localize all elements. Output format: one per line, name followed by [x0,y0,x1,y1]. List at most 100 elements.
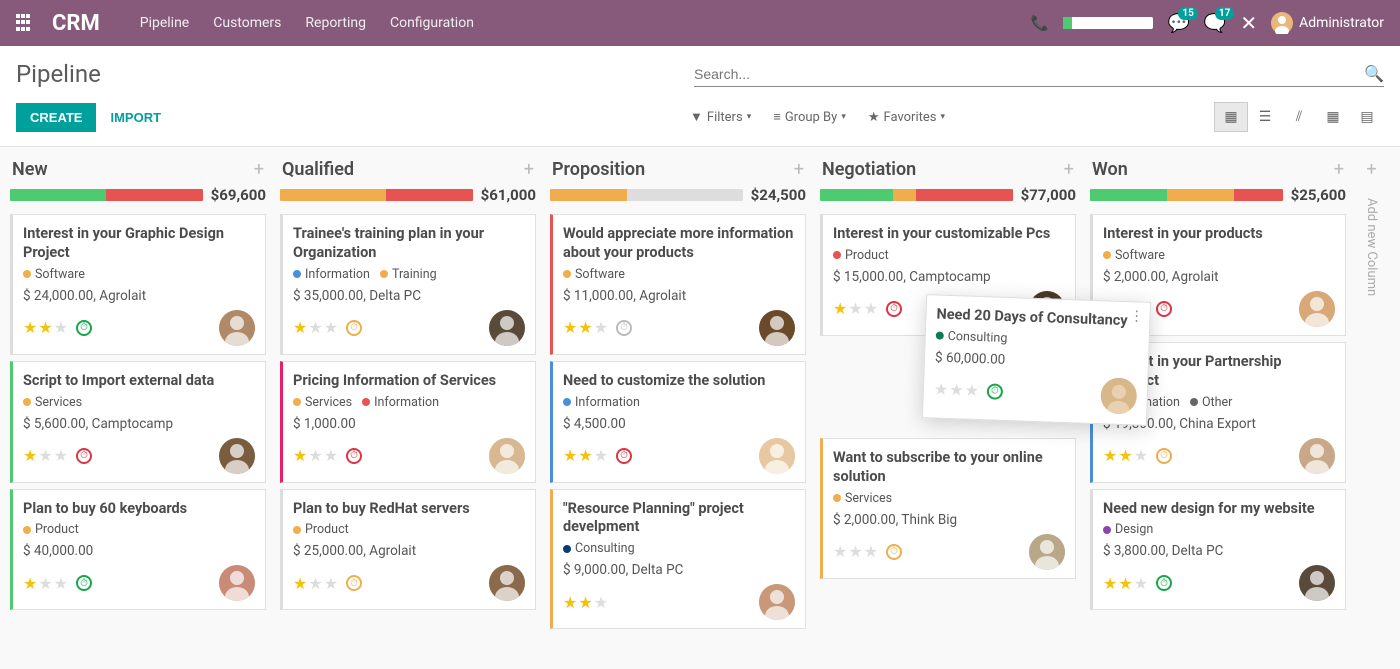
activity-icon[interactable]: ⏱ [76,575,92,591]
avatar[interactable] [219,310,255,346]
star-icon[interactable]: ★ [23,574,37,593]
avatar[interactable] [219,438,255,474]
groupby-dropdown[interactable]: ≡ Group By ▾ [773,109,846,125]
nav-link-customers[interactable]: Customers [213,15,281,31]
star-icon[interactable]: ★ [54,318,68,337]
activity-icon[interactable]: ⏱ [1156,301,1172,317]
star-icon[interactable]: ★ [864,299,878,318]
avatar[interactable] [1299,291,1335,327]
priority-stars[interactable]: ★★★ [833,299,878,318]
star-icon[interactable]: ★ [324,318,338,337]
activity-icon[interactable]: ⏱ [346,320,362,336]
filters-dropdown[interactable]: ▼︎ Filters ▾ [690,109,751,125]
user-menu[interactable]: Administrator [1271,12,1384,34]
view-list[interactable]: ☰ [1248,102,1282,132]
star-icon[interactable]: ★ [578,446,592,465]
star-icon[interactable]: ★ [1118,446,1132,465]
search-icon[interactable]: 🔍 [1364,64,1384,83]
priority-stars[interactable]: ★★★ [293,446,338,465]
create-button[interactable]: CREATE [16,103,96,132]
star-icon[interactable]: ★ [1134,574,1148,593]
nav-link-configuration[interactable]: Configuration [390,15,474,31]
star-icon[interactable]: ★ [293,318,307,337]
activity-icon[interactable]: ⏱ [886,301,902,317]
priority-stars[interactable]: ★★★ [1103,574,1148,593]
star-icon[interactable]: ★ [38,574,52,593]
search-input[interactable] [694,62,1364,86]
avatar[interactable] [489,438,525,474]
priority-stars[interactable]: ★★★ [563,318,608,337]
activity-icon[interactable]: ⏱ [346,575,362,591]
view-graph[interactable]: ⫽ [1282,102,1316,132]
phone-icon[interactable]: 📞 [1031,14,1050,32]
activity-icon[interactable]: ⏱ [1156,575,1172,591]
star-icon[interactable]: ★ [563,593,577,612]
avatar[interactable] [1029,534,1065,570]
kanban-card[interactable]: Interest in your Graphic Design ProjectS… [10,214,266,355]
star-icon[interactable]: ★ [563,446,577,465]
kanban-card[interactable]: Plan to buy RedHat serversProduct$ 25,00… [280,489,536,611]
activity-icon[interactable]: ⏱ [616,320,632,336]
priority-stars[interactable]: ★★★ [23,574,68,593]
star-icon[interactable]: ★ [23,318,37,337]
view-pivot[interactable]: ▤ [1350,102,1384,132]
star-icon[interactable]: ★ [308,446,322,465]
add-column-label[interactable]: Add new Column [1360,188,1383,306]
close-icon[interactable]: ✕ [1240,11,1257,35]
star-icon[interactable]: ★ [563,318,577,337]
nav-link-reporting[interactable]: Reporting [305,15,366,31]
dragging-card[interactable]: ⋮ Need 20 Days of Consultancy Consulting… [922,294,1151,426]
star-icon[interactable]: ★ [864,542,878,561]
star-icon[interactable]: ★ [54,446,68,465]
kanban-card[interactable]: "Resource Planning" project develpmentCo… [550,489,806,630]
avatar[interactable] [1100,377,1137,414]
progress-indicator[interactable] [1063,17,1153,29]
star-icon[interactable]: ★ [308,318,322,337]
star-icon[interactable]: ★ [293,574,307,593]
activity-icon[interactable]: ⏱ [346,448,362,464]
star-icon[interactable]: ★ [594,446,608,465]
star-icon[interactable]: ★ [949,380,964,399]
add-column-icon[interactable]: + [1366,159,1376,180]
priority-stars[interactable]: ★★★ [293,318,338,337]
kanban-card[interactable]: Trainee's training plan in your Organiza… [280,214,536,355]
import-button[interactable]: IMPORT [110,110,161,125]
kanban-card[interactable]: Pricing Information of ServicesServicesI… [280,361,536,483]
star-icon[interactable]: ★ [308,574,322,593]
star-icon[interactable]: ★ [848,299,862,318]
kanban-card[interactable]: Need new design for my websiteDesign$ 3,… [1090,489,1346,611]
star-icon[interactable]: ★ [324,574,338,593]
star-icon[interactable]: ★ [23,446,37,465]
column-add-icon[interactable]: + [524,159,534,180]
star-icon[interactable]: ★ [38,318,52,337]
star-icon[interactable]: ★ [1103,574,1117,593]
avatar[interactable] [489,565,525,601]
star-icon[interactable]: ★ [578,593,592,612]
kanban-card[interactable]: Want to subscribe to your online solutio… [820,438,1076,579]
card-menu-icon[interactable]: ⋮ [1129,308,1144,324]
column-add-icon[interactable]: + [1334,159,1344,180]
activity-icon[interactable]: ⏱ [1156,448,1172,464]
star-icon[interactable]: ★ [38,446,52,465]
priority-stars[interactable]: ★★★ [934,380,980,401]
activity-icon[interactable]: ⏱ [616,448,632,464]
priority-stars[interactable]: ★★★ [563,593,608,612]
view-kanban[interactable]: ▦ [1214,102,1248,132]
avatar[interactable] [759,584,795,620]
star-icon[interactable]: ★ [293,446,307,465]
priority-stars[interactable]: ★★★ [563,446,608,465]
kanban-card[interactable]: Need to customize the solutionInformatio… [550,361,806,483]
star-icon[interactable]: ★ [1134,446,1148,465]
star-icon[interactable]: ★ [1118,574,1132,593]
priority-stars[interactable]: ★★★ [23,318,68,337]
star-icon[interactable]: ★ [324,446,338,465]
nav-link-pipeline[interactable]: Pipeline [140,15,190,31]
star-icon[interactable]: ★ [594,593,608,612]
avatar[interactable] [759,310,795,346]
avatar[interactable] [759,438,795,474]
column-add-icon[interactable]: + [254,159,264,180]
star-icon[interactable]: ★ [833,299,847,318]
star-icon[interactable]: ★ [578,318,592,337]
avatar[interactable] [219,565,255,601]
star-icon[interactable]: ★ [594,318,608,337]
